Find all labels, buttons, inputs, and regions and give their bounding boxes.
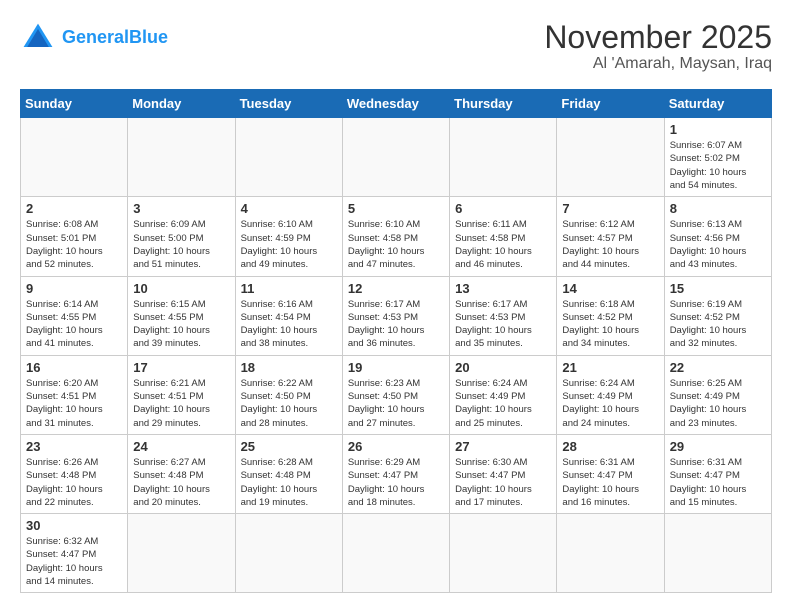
day-12: 12 Sunrise: 6:17 AMSunset: 4:53 PMDaylig…	[342, 276, 449, 355]
day-14: 14 Sunrise: 6:18 AMSunset: 4:52 PMDaylig…	[557, 276, 664, 355]
page-header: GeneralBlue November 2025 Al 'Amarah, Ma…	[20, 20, 772, 73]
logo-general: General	[62, 27, 129, 47]
day-10: 10 Sunrise: 6:15 AMSunset: 4:55 PMDaylig…	[128, 276, 235, 355]
day-21: 21 Sunrise: 6:24 AMSunset: 4:49 PMDaylig…	[557, 355, 664, 434]
header-thursday: Thursday	[450, 90, 557, 118]
day-23: 23 Sunrise: 6:26 AMSunset: 4:48 PMDaylig…	[21, 434, 128, 513]
calendar-row-1: 1 Sunrise: 6:07 AMSunset: 5:02 PMDayligh…	[21, 118, 772, 197]
calendar-row-3: 9 Sunrise: 6:14 AMSunset: 4:55 PMDayligh…	[21, 276, 772, 355]
day-26: 26 Sunrise: 6:29 AMSunset: 4:47 PMDaylig…	[342, 434, 449, 513]
day-1: 1 Sunrise: 6:07 AMSunset: 5:02 PMDayligh…	[664, 118, 771, 197]
day-2: 2 Sunrise: 6:08 AMSunset: 5:01 PMDayligh…	[21, 197, 128, 276]
day-9: 9 Sunrise: 6:14 AMSunset: 4:55 PMDayligh…	[21, 276, 128, 355]
day-4: 4 Sunrise: 6:10 AMSunset: 4:59 PMDayligh…	[235, 197, 342, 276]
header-wednesday: Wednesday	[342, 90, 449, 118]
title-block: November 2025 Al 'Amarah, Maysan, Iraq	[544, 20, 772, 73]
day-5: 5 Sunrise: 6:10 AMSunset: 4:58 PMDayligh…	[342, 197, 449, 276]
empty-cell	[450, 118, 557, 197]
day-15: 15 Sunrise: 6:19 AMSunset: 4:52 PMDaylig…	[664, 276, 771, 355]
header-tuesday: Tuesday	[235, 90, 342, 118]
header-saturday: Saturday	[664, 90, 771, 118]
calendar-row-4: 16 Sunrise: 6:20 AMSunset: 4:51 PMDaylig…	[21, 355, 772, 434]
logo-text: GeneralBlue	[62, 28, 168, 48]
day-20: 20 Sunrise: 6:24 AMSunset: 4:49 PMDaylig…	[450, 355, 557, 434]
day-30: 30 Sunrise: 6:32 AMSunset: 4:47 PMDaylig…	[21, 514, 128, 593]
empty-cell	[342, 118, 449, 197]
day-7: 7 Sunrise: 6:12 AMSunset: 4:57 PMDayligh…	[557, 197, 664, 276]
empty-cell	[557, 118, 664, 197]
day-24: 24 Sunrise: 6:27 AMSunset: 4:48 PMDaylig…	[128, 434, 235, 513]
calendar-header-row: Sunday Monday Tuesday Wednesday Thursday…	[21, 90, 772, 118]
day-13: 13 Sunrise: 6:17 AMSunset: 4:53 PMDaylig…	[450, 276, 557, 355]
calendar-row-6: 30 Sunrise: 6:32 AMSunset: 4:47 PMDaylig…	[21, 514, 772, 593]
day-27: 27 Sunrise: 6:30 AMSunset: 4:47 PMDaylig…	[450, 434, 557, 513]
day-17: 17 Sunrise: 6:21 AMSunset: 4:51 PMDaylig…	[128, 355, 235, 434]
empty-cell	[128, 118, 235, 197]
calendar-row-5: 23 Sunrise: 6:26 AMSunset: 4:48 PMDaylig…	[21, 434, 772, 513]
logo-icon	[20, 20, 56, 56]
header-sunday: Sunday	[21, 90, 128, 118]
empty-cell	[21, 118, 128, 197]
day-22: 22 Sunrise: 6:25 AMSunset: 4:49 PMDaylig…	[664, 355, 771, 434]
empty-cell	[342, 514, 449, 593]
logo-blue: Blue	[129, 27, 168, 47]
day-25: 25 Sunrise: 6:28 AMSunset: 4:48 PMDaylig…	[235, 434, 342, 513]
day-8: 8 Sunrise: 6:13 AMSunset: 4:56 PMDayligh…	[664, 197, 771, 276]
day-19: 19 Sunrise: 6:23 AMSunset: 4:50 PMDaylig…	[342, 355, 449, 434]
day-18: 18 Sunrise: 6:22 AMSunset: 4:50 PMDaylig…	[235, 355, 342, 434]
day-11: 11 Sunrise: 6:16 AMSunset: 4:54 PMDaylig…	[235, 276, 342, 355]
empty-cell	[235, 118, 342, 197]
empty-cell	[128, 514, 235, 593]
day-29: 29 Sunrise: 6:31 AMSunset: 4:47 PMDaylig…	[664, 434, 771, 513]
calendar-row-2: 2 Sunrise: 6:08 AMSunset: 5:01 PMDayligh…	[21, 197, 772, 276]
header-monday: Monday	[128, 90, 235, 118]
logo: GeneralBlue	[20, 20, 168, 56]
day-3: 3 Sunrise: 6:09 AMSunset: 5:00 PMDayligh…	[128, 197, 235, 276]
calendar-title: November 2025	[544, 20, 772, 55]
day-6: 6 Sunrise: 6:11 AMSunset: 4:58 PMDayligh…	[450, 197, 557, 276]
empty-cell	[235, 514, 342, 593]
empty-cell	[557, 514, 664, 593]
empty-cell	[664, 514, 771, 593]
day-16: 16 Sunrise: 6:20 AMSunset: 4:51 PMDaylig…	[21, 355, 128, 434]
calendar-location: Al 'Amarah, Maysan, Iraq	[544, 55, 772, 73]
empty-cell	[450, 514, 557, 593]
day-28: 28 Sunrise: 6:31 AMSunset: 4:47 PMDaylig…	[557, 434, 664, 513]
header-friday: Friday	[557, 90, 664, 118]
calendar-table: Sunday Monday Tuesday Wednesday Thursday…	[20, 89, 772, 593]
